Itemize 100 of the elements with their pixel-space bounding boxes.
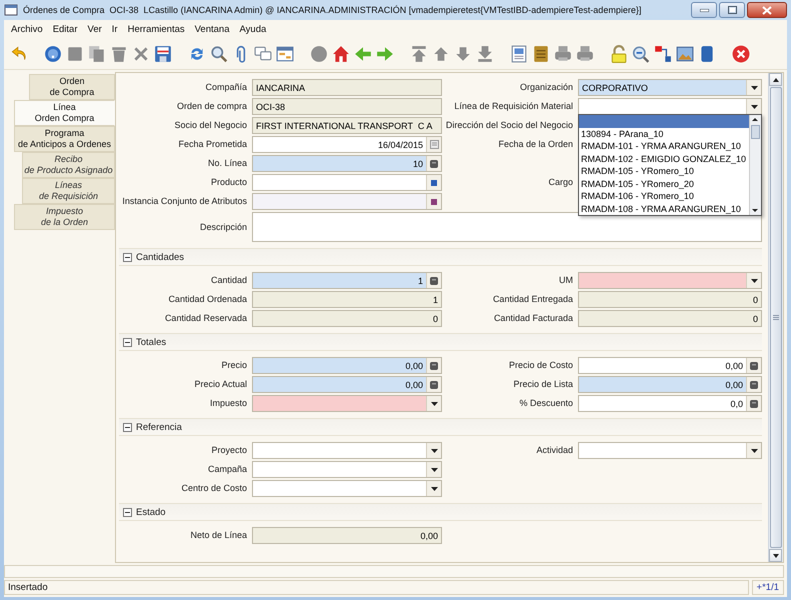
down-arrow-icon[interactable]: [454, 44, 472, 62]
lock-icon[interactable]: [610, 44, 628, 62]
last-record-icon[interactable]: [476, 44, 494, 62]
number-field[interactable]: 0: [578, 291, 762, 308]
dropdown-button[interactable]: [746, 443, 761, 458]
section-header[interactable]: Totales: [119, 333, 762, 351]
chat-icon[interactable]: [254, 44, 272, 62]
calculator-button[interactable]: [746, 377, 761, 392]
list-item[interactable]: RMADM-102 - EMIGDIO GONZALEZ_10: [579, 152, 749, 165]
first-record-icon[interactable]: [410, 44, 428, 62]
section-header[interactable]: Estado: [119, 503, 762, 521]
dropdown-field[interactable]: [578, 442, 762, 459]
input-field[interactable]: OCI-38: [252, 98, 442, 115]
minimize-button[interactable]: [691, 2, 717, 18]
number-field[interactable]: 1: [252, 272, 442, 289]
dropdown-field[interactable]: [578, 272, 762, 289]
grid-icon[interactable]: [276, 44, 294, 62]
calculator-button[interactable]: [426, 273, 441, 288]
cross-icon[interactable]: [132, 44, 150, 62]
printer-icon[interactable]: [576, 44, 594, 62]
list-item[interactable]: RMADM-106 - YRomero_10: [579, 190, 749, 202]
dropdown-field[interactable]: [252, 461, 442, 478]
search-icon[interactable]: [210, 44, 228, 62]
dropdown-button[interactable]: [746, 99, 761, 114]
delete-icon[interactable]: [110, 44, 128, 62]
help-icon[interactable]: [44, 44, 62, 62]
list-item[interactable]: 130894 - PArana_10: [579, 128, 749, 140]
input-field[interactable]: IANCARINA: [252, 79, 442, 96]
save-icon[interactable]: [154, 44, 172, 62]
menu-item[interactable]: Ir: [106, 24, 123, 34]
dropdown-field[interactable]: CORPORATIVO: [578, 79, 762, 96]
number-field[interactable]: 1: [252, 291, 442, 308]
calculator-button[interactable]: [746, 396, 761, 411]
list-item[interactable]: RMADM-108 - YRMA ARANGUREN_10: [579, 202, 749, 215]
calculator-button[interactable]: [426, 156, 441, 171]
collapse-icon[interactable]: [123, 252, 132, 262]
number-field[interactable]: 0,00: [252, 376, 442, 393]
circle-icon[interactable]: [310, 44, 328, 62]
dropdown-button[interactable]: [426, 462, 441, 477]
image-icon[interactable]: [676, 44, 694, 62]
dropdown-field[interactable]: [252, 395, 442, 412]
input-field[interactable]: FIRST INTERNATIONAL TRANSPORT C A: [252, 117, 442, 134]
menu-item[interactable]: Ayuda: [234, 24, 272, 34]
section-header[interactable]: Referencia: [119, 418, 762, 436]
list-item[interactable]: RMADM-105 - YRomero_10: [579, 165, 749, 178]
scroll-thumb[interactable]: [751, 125, 760, 139]
tab[interactable]: Orden de Compra: [29, 74, 115, 100]
dropdown-button[interactable]: [426, 481, 441, 496]
close-button[interactable]: [747, 2, 787, 18]
archive-icon[interactable]: [532, 44, 550, 62]
scroll-down-button[interactable]: [769, 549, 782, 562]
calculator-button[interactable]: [426, 377, 441, 392]
number-field[interactable]: 0,00: [578, 357, 762, 374]
number-field[interactable]: 0,00: [252, 357, 442, 374]
scrollbar[interactable]: [768, 73, 783, 562]
close-icon[interactable]: [732, 44, 750, 62]
collapse-icon[interactable]: [123, 508, 132, 516]
dropdown-button[interactable]: [746, 80, 761, 95]
printer-icon[interactable]: [554, 44, 572, 62]
new-record-icon[interactable]: [66, 44, 84, 62]
tab[interactable]: Línea Orden Compra: [14, 100, 115, 126]
menu-item[interactable]: Editar: [48, 24, 83, 34]
scroll-thumb[interactable]: [770, 87, 782, 548]
up-arrow-icon[interactable]: [432, 44, 450, 62]
menu-item[interactable]: Ver: [82, 24, 107, 34]
menu-item[interactable]: Herramientas: [122, 24, 190, 34]
report-icon[interactable]: [510, 44, 528, 62]
number-field[interactable]: 0,00: [578, 376, 762, 393]
scroll-down-icon[interactable]: [750, 206, 760, 215]
menu-item[interactable]: Ventana: [190, 24, 234, 34]
dropdown-button[interactable]: [746, 273, 761, 288]
number-field[interactable]: 0,0: [578, 395, 762, 412]
scrollbar[interactable]: [749, 115, 761, 215]
date-field[interactable]: 16/04/2015: [252, 136, 442, 153]
scroll-up-button[interactable]: [769, 73, 782, 86]
number-field[interactable]: 0: [252, 310, 442, 327]
tab[interactable]: Programa de Anticipos a Ordenes: [14, 126, 115, 152]
maximize-button[interactable]: [719, 2, 745, 18]
copy-icon[interactable]: [88, 44, 106, 62]
list-item[interactable]: RMADM-101 - YRMA ARANGUREN_10: [579, 140, 749, 152]
dropdown-field[interactable]: [252, 480, 442, 497]
record-counter[interactable]: +*1/1: [752, 580, 784, 595]
collapse-icon[interactable]: [123, 422, 132, 432]
home-icon[interactable]: [332, 44, 350, 62]
dropdown-button[interactable]: [426, 396, 441, 411]
section-header[interactable]: Cantidades: [119, 248, 762, 266]
number-field[interactable]: 0: [578, 310, 762, 327]
workflow-icon[interactable]: [654, 44, 672, 62]
menu-item[interactable]: Archivo: [6, 24, 48, 34]
dropdown-button[interactable]: [426, 443, 441, 458]
dropdown-field[interactable]: [252, 442, 442, 459]
calculator-button[interactable]: [746, 358, 761, 373]
undo-icon[interactable]: [10, 44, 28, 62]
dropdown-field[interactable]: [578, 98, 762, 115]
lookup-button[interactable]: [426, 175, 441, 190]
calculator-button[interactable]: [426, 358, 441, 373]
number-field[interactable]: 10: [252, 155, 442, 172]
collapse-icon[interactable]: [123, 338, 132, 346]
lookup-field[interactable]: [252, 174, 442, 191]
number-field[interactable]: 0,00: [252, 527, 442, 544]
